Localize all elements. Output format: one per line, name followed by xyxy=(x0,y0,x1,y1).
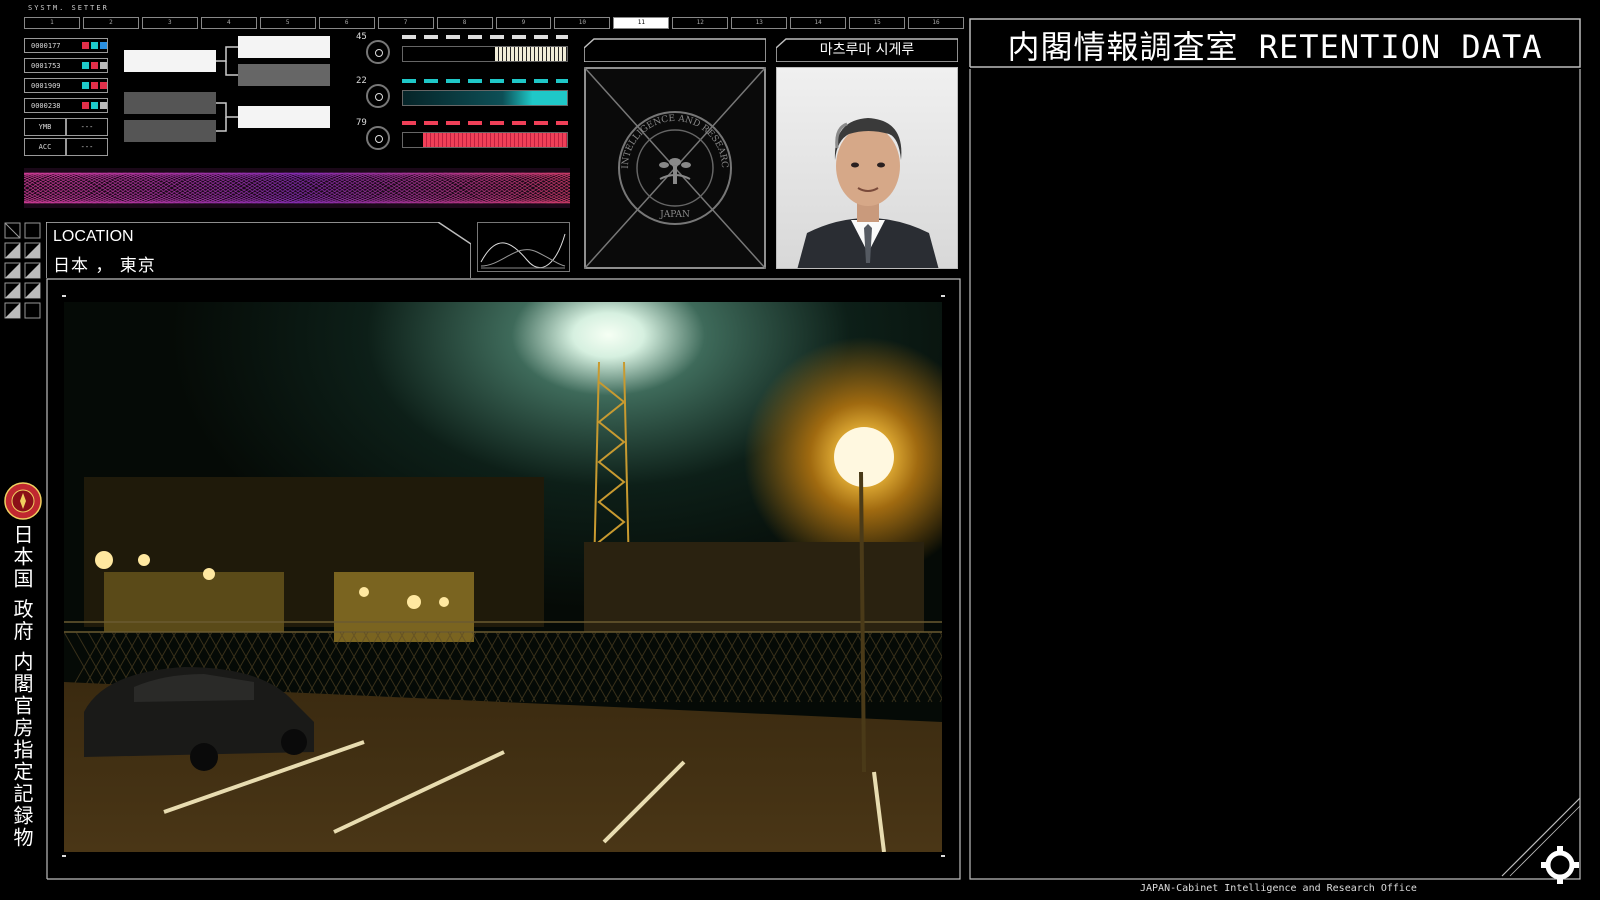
tab-11[interactable]: 11 xyxy=(613,17,670,29)
mini-curve-chart xyxy=(477,222,570,272)
dial-knob-icon[interactable] xyxy=(366,84,390,108)
subject-portrait xyxy=(776,67,958,269)
retention-data-panel xyxy=(969,69,1581,880)
kv-row: YMB --- xyxy=(24,118,108,136)
dash-line xyxy=(402,79,568,83)
status-square-icon xyxy=(91,62,98,69)
dial-row-3: 79 xyxy=(356,118,571,156)
status-square-icon xyxy=(82,62,89,69)
kv-value: --- xyxy=(66,138,108,156)
level-meter xyxy=(402,132,568,148)
kv-value: --- xyxy=(66,118,108,136)
id-row[interactable]: 0000238 xyxy=(24,98,108,113)
surveillance-photo xyxy=(64,302,942,852)
level-meter xyxy=(402,90,568,106)
emblem-header-frame xyxy=(584,38,766,62)
status-square-icon xyxy=(82,82,89,89)
id-number: 0000177 xyxy=(31,41,61,50)
status-square-icon xyxy=(82,42,89,49)
tab-1[interactable]: 1 xyxy=(24,17,80,29)
tab-10[interactable]: 10 xyxy=(554,17,611,29)
id-row[interactable]: 0001909 xyxy=(24,78,108,93)
dial-value: 22 xyxy=(356,76,367,86)
dial-value: 79 xyxy=(356,118,367,128)
dial-value: 45 xyxy=(356,32,367,42)
tab-8[interactable]: 8 xyxy=(436,17,493,29)
id-number: 0000238 xyxy=(31,101,61,110)
dial-row-2: 22 xyxy=(356,76,571,114)
subject-name: 마츠루마 시게루 xyxy=(819,42,915,58)
location-label: LOCATION xyxy=(53,228,134,245)
tab-6[interactable]: 6 xyxy=(318,17,375,29)
status-square-icon xyxy=(100,42,107,49)
status-square-icon xyxy=(82,102,89,109)
tab-4[interactable]: 4 xyxy=(200,17,257,29)
id-row[interactable]: 0001753 xyxy=(24,58,108,73)
tab-5[interactable]: 5 xyxy=(259,17,316,29)
dash-line xyxy=(402,35,568,39)
id-number: 0001753 xyxy=(31,61,61,70)
bracket-diagram xyxy=(124,36,330,142)
kv-key: YMB xyxy=(24,118,66,136)
tab-13[interactable]: 13 xyxy=(731,17,788,29)
top-tab-strip: 1 2 3 4 5 6 7 8 9 10 11 12 13 14 15 16 xyxy=(24,17,964,29)
tab-2[interactable]: 2 xyxy=(82,17,139,29)
footer-office-label: JAPAN-Cabinet Intelligence and Research … xyxy=(1140,883,1417,894)
emblem-country: JAPAN xyxy=(659,210,690,220)
tab-12[interactable]: 12 xyxy=(672,17,729,29)
dial-knob-icon[interactable] xyxy=(366,40,390,64)
dial-knob-icon[interactable] xyxy=(366,126,390,150)
id-number: 0001909 xyxy=(31,81,61,90)
status-square-icon xyxy=(91,102,98,109)
status-square-icon xyxy=(100,102,107,109)
status-square-icon xyxy=(100,62,107,69)
status-square-icon xyxy=(100,82,107,89)
location-value: 日本 ， 東京 xyxy=(53,256,156,276)
status-square-icon xyxy=(91,82,98,89)
tab-14[interactable]: 14 xyxy=(790,17,847,29)
system-label: SYSTM. SETTER xyxy=(28,4,109,12)
tab-3[interactable]: 3 xyxy=(141,17,198,29)
kv-row: ACC --- xyxy=(24,138,108,156)
level-meter xyxy=(402,46,568,62)
helix-waveform xyxy=(24,168,570,208)
dash-line xyxy=(402,121,568,125)
kv-key: ACC xyxy=(24,138,66,156)
id-row[interactable]: 0000177 xyxy=(24,38,108,53)
tab-16[interactable]: 16 xyxy=(908,17,964,29)
id-list: 0000177 0001753 0001909 0000238 YMB --- ACC --- xyxy=(24,38,108,158)
tab-9[interactable]: 9 xyxy=(495,17,552,29)
tab-7[interactable]: 7 xyxy=(377,17,434,29)
dial-row-1: 45 xyxy=(356,32,571,70)
status-square-icon xyxy=(91,42,98,49)
retention-data-title: 内閣情報調査室 RETENTION DATA xyxy=(1007,28,1543,66)
tab-15[interactable]: 15 xyxy=(849,17,906,29)
gear-icon[interactable] xyxy=(1540,845,1580,885)
cabinet-emblem-panel: CABINET INTELLIGENCE AND RESEARCH OFFICE… xyxy=(584,67,766,269)
vertical-government-label: 日本国 政府 内閣官房指定記録物 xyxy=(10,524,34,849)
side-square-grid xyxy=(4,222,41,319)
seal-icon xyxy=(4,482,42,520)
